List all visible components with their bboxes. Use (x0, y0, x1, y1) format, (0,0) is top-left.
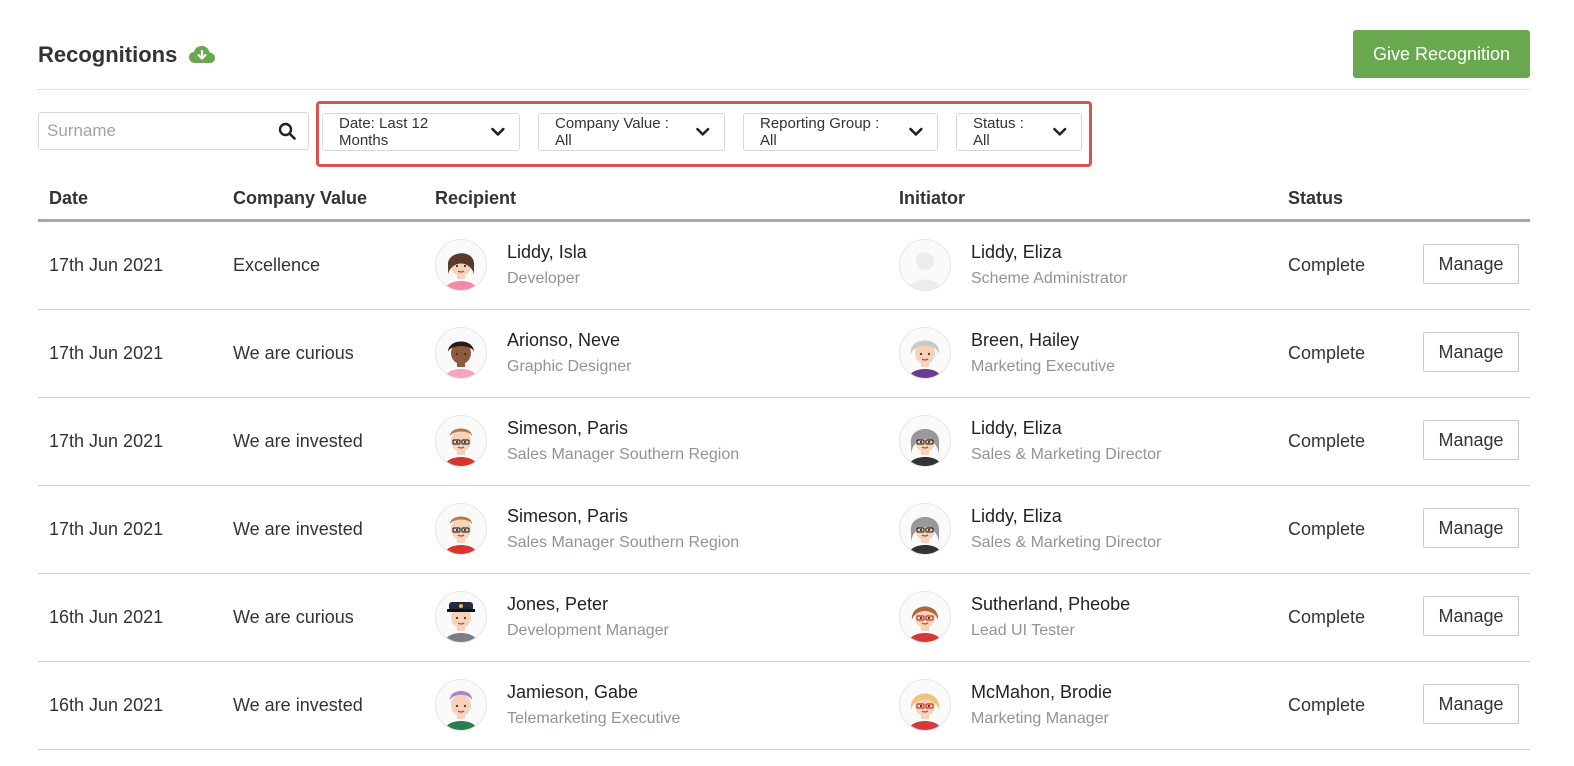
row-date: 16th Jun 2021 (49, 607, 164, 627)
initiator-role: Marketing Manager (971, 710, 1109, 727)
row-date: 17th Jun 2021 (49, 519, 164, 539)
recipient-avatar (435, 591, 487, 643)
row-status: Complete (1288, 607, 1366, 627)
page-title-wrap: Recognitions (38, 42, 216, 68)
recipient-name[interactable]: Simeson, Paris (507, 506, 628, 527)
column-header-date[interactable]: Date (49, 188, 88, 209)
row-company-value: We are curious (233, 607, 354, 627)
row-status: Complete (1288, 695, 1366, 715)
row-status: Complete (1288, 519, 1366, 539)
cloud-download-icon[interactable] (189, 45, 216, 65)
initiator-name[interactable]: Breen, Hailey (971, 330, 1079, 351)
date-filter-dropdown[interactable]: Date: Last 12 Months (322, 113, 520, 151)
column-header-company-value[interactable]: Company Value (233, 188, 367, 209)
row-company-value: We are invested (233, 431, 363, 451)
recipient-role: Sales Manager Southern Region (507, 446, 740, 463)
initiator-name[interactable]: McMahon, Brodie (971, 682, 1112, 703)
table-row: 17th Jun 2021 We are curious Arionso, Neve… (38, 310, 1530, 398)
recipient-role: Telemarketing Executive (507, 710, 681, 727)
initiator-avatar (899, 239, 951, 291)
date-filter-label: Date: Last 12 Months (339, 115, 429, 149)
recipient-avatar (435, 239, 487, 291)
initiator-avatar (899, 591, 951, 643)
initiator-role: Lead UI Tester (971, 622, 1075, 639)
initiator-name[interactable]: Liddy, Eliza (971, 506, 1062, 527)
recipient-role: Development Manager (507, 622, 669, 639)
row-date: 16th Jun 2021 (49, 695, 164, 715)
reporting-group-filter-label: Reporting Group : All (760, 115, 880, 149)
chevron-down-icon (696, 127, 710, 136)
row-company-value: We are curious (233, 343, 354, 363)
table-row: 17th Jun 2021 We are invested Simeson, Par… (38, 398, 1530, 486)
recipient-avatar (435, 415, 487, 467)
status-filter-label: Status : All (973, 115, 1024, 149)
recipient-name[interactable]: Jones, Peter (507, 594, 608, 615)
row-date: 17th Jun 2021 (49, 255, 164, 275)
chevron-down-icon (491, 127, 505, 136)
table-row: 17th Jun 2021 Excellence Liddy, Isla Develo… (38, 222, 1530, 310)
recipient-avatar (435, 503, 487, 555)
recipient-name[interactable]: Arionso, Neve (507, 330, 620, 351)
row-status: Complete (1288, 343, 1366, 363)
row-date: 17th Jun 2021 (49, 431, 164, 451)
row-company-value: Excellence (233, 255, 321, 275)
manage-button[interactable]: Manage (1423, 244, 1519, 284)
recipient-name[interactable]: Liddy, Isla (507, 242, 587, 263)
chevron-down-icon (909, 127, 923, 136)
row-company-value: We are invested (233, 519, 363, 539)
initiator-name[interactable]: Liddy, Eliza (971, 242, 1062, 263)
recipient-avatar (435, 679, 487, 731)
table-row: 17th Jun 2021 We are invested Simeson, Par… (38, 486, 1530, 574)
table-row: 16th Jun 2021 We are invested Jamieson, Ga… (38, 662, 1530, 750)
recipient-role: Sales Manager Southern Region (507, 534, 740, 551)
reporting-group-filter-dropdown[interactable]: Reporting Group : All (743, 113, 938, 151)
recipient-role: Developer (507, 270, 580, 287)
recipient-name[interactable]: Jamieson, Gabe (507, 682, 638, 703)
column-header-status[interactable]: Status (1288, 188, 1343, 209)
initiator-role: Sales & Marketing Director (971, 534, 1162, 551)
recipient-avatar (435, 327, 487, 379)
page-header: Recognitions Give Recognition (38, 30, 1530, 90)
column-header-recipient[interactable]: Recipient (435, 188, 516, 209)
row-status: Complete (1288, 255, 1366, 275)
initiator-name[interactable]: Liddy, Eliza (971, 418, 1062, 439)
manage-button[interactable]: Manage (1423, 332, 1519, 372)
manage-button[interactable]: Manage (1423, 420, 1519, 460)
search-icon[interactable] (278, 122, 296, 140)
initiator-role: Marketing Executive (971, 358, 1116, 375)
give-recognition-button[interactable]: Give Recognition (1353, 30, 1530, 78)
manage-button[interactable]: Manage (1423, 596, 1519, 636)
row-status: Complete (1288, 431, 1366, 451)
initiator-avatar (899, 327, 951, 379)
initiator-avatar (899, 415, 951, 467)
initiator-avatar (899, 503, 951, 555)
status-filter-dropdown[interactable]: Status : All (956, 113, 1082, 151)
page-title: Recognitions (38, 42, 178, 67)
search-box (38, 112, 309, 150)
chevron-down-icon (1053, 127, 1067, 136)
initiator-role: Scheme Administrator (971, 270, 1128, 287)
table-header: Date Company Value Recipient Initiator S… (38, 176, 1530, 222)
initiator-role: Sales & Marketing Director (971, 446, 1162, 463)
initiator-name[interactable]: Sutherland, Pheobe (971, 594, 1130, 615)
row-date: 17th Jun 2021 (49, 343, 164, 363)
company-value-filter-dropdown[interactable]: Company Value : All (538, 113, 725, 151)
surname-search-input[interactable] (47, 113, 267, 149)
initiator-avatar (899, 679, 951, 731)
table-row: 16th Jun 2021 We are curious Jones, Peter D… (38, 574, 1530, 662)
recipient-name[interactable]: Simeson, Paris (507, 418, 628, 439)
column-header-initiator[interactable]: Initiator (899, 188, 965, 209)
manage-button[interactable]: Manage (1423, 508, 1519, 548)
recipient-role: Graphic Designer (507, 358, 632, 375)
company-value-filter-label: Company Value : All (555, 115, 669, 149)
row-company-value: We are invested (233, 695, 363, 715)
manage-button[interactable]: Manage (1423, 684, 1519, 724)
